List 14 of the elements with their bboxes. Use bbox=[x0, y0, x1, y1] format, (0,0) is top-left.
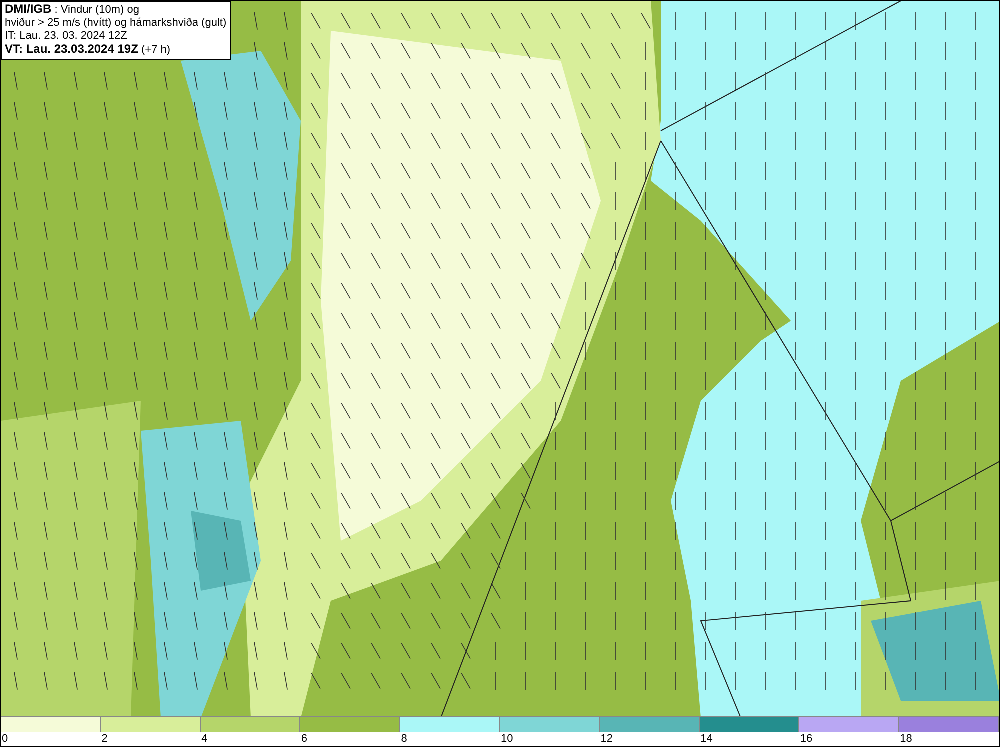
legend-label: 4 bbox=[200, 732, 209, 746]
legend-label: 10 bbox=[500, 732, 514, 746]
legend-label: 18 bbox=[899, 732, 914, 746]
legend-label: 12 bbox=[600, 732, 614, 746]
legend-label: 2 bbox=[100, 732, 109, 746]
title-line: IT: Lau. 23. 03. 2024 12Z bbox=[5, 30, 128, 43]
title-line: hviður > 25 m/s (hvítt) og hámarkshviða (gult) bbox=[5, 17, 227, 30]
legend-label: 8 bbox=[400, 732, 408, 746]
legend-label: 6 bbox=[300, 732, 309, 746]
legend-label: 14 bbox=[700, 732, 714, 746]
title-line: VT: Lau. 23.03.2024 19Z (+7 h) bbox=[5, 43, 172, 57]
legend-label: 0 bbox=[1, 732, 10, 746]
legend-label: 16 bbox=[799, 732, 814, 746]
title-line: DMI/IGB : Vindur (10m) og bbox=[5, 3, 141, 17]
